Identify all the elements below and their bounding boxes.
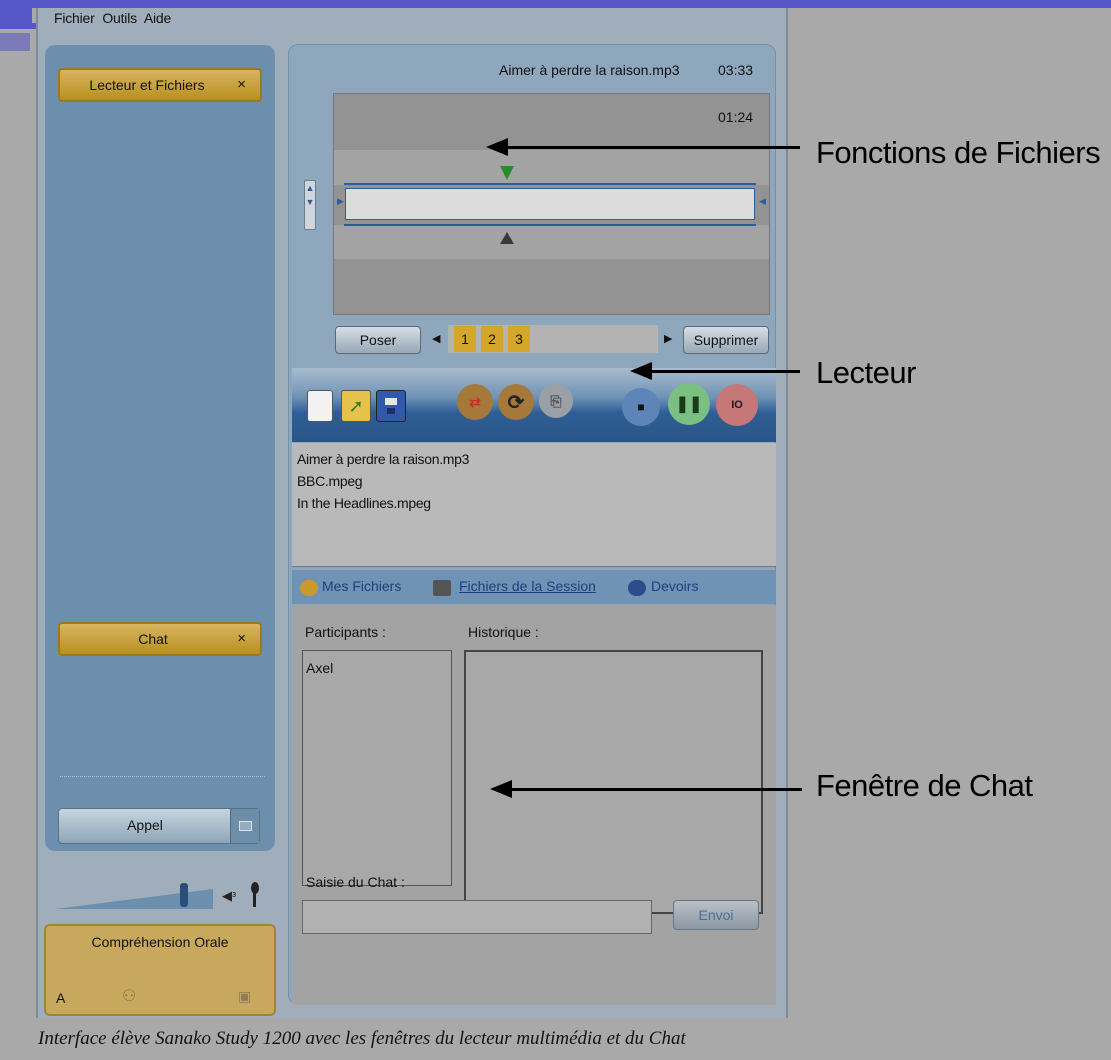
record-button[interactable]: IO	[716, 384, 758, 426]
pause-button[interactable]: ❚❚	[668, 383, 710, 425]
slide-corner-decoration	[0, 33, 30, 51]
speaker-icon: ◀ᵌ	[222, 888, 237, 903]
participant-name[interactable]: Axel	[306, 660, 333, 676]
volume-slider-track[interactable]	[55, 889, 213, 909]
menu-outils[interactable]: Outils	[102, 10, 137, 26]
track-border	[344, 183, 756, 185]
annotation-arrow	[650, 370, 800, 373]
divider	[60, 776, 265, 777]
current-file-name: Aimer à perdre la raison.mp3	[499, 62, 680, 78]
menu-aide[interactable]: Aide	[144, 10, 171, 26]
list-item[interactable]: BBC.mpeg	[297, 473, 363, 489]
left-bound-icon: ▶	[337, 196, 344, 206]
microphone-icon	[251, 882, 259, 907]
marker-2[interactable]: 2	[481, 326, 503, 352]
call-button-label: Appel	[127, 817, 163, 833]
list-item[interactable]: In the Headlines.mpeg	[297, 495, 431, 511]
call-teacher-button[interactable]: Appel	[58, 808, 260, 844]
next-marker-arrow-icon[interactable]: ▶	[664, 332, 672, 345]
repeat-icon[interactable]: ⟳	[498, 384, 534, 420]
stop-button[interactable]: ■	[622, 388, 660, 426]
tab-mes-fichiers[interactable]: Mes Fichiers	[322, 578, 401, 594]
slide-corner-decoration	[0, 8, 32, 23]
tab-fichiers-session[interactable]: Fichiers de la Session	[459, 578, 596, 594]
zoom-scroll-control[interactable]: ▲ ▼	[304, 180, 316, 230]
playback-position: 01:24	[718, 109, 754, 125]
marker-3[interactable]: 3	[508, 326, 530, 352]
send-button[interactable]: Envoi	[673, 900, 759, 930]
list-item[interactable]: Aimer à perdre la raison.mp3	[297, 451, 469, 467]
voice-compare-icon[interactable]: ⇄	[457, 384, 493, 420]
annotation-arrowhead	[490, 780, 512, 798]
history-label: Historique :	[468, 624, 539, 640]
annotation-chat: Fenêtre de Chat	[816, 768, 1033, 803]
save-icon[interactable]	[376, 390, 406, 422]
waveform-band	[334, 225, 769, 259]
slide-top-bar	[0, 0, 1111, 8]
chat-input-label: Saisie du Chat :	[306, 874, 405, 890]
annotation-arrow	[508, 146, 800, 149]
people-icon: ⚇	[122, 988, 137, 1005]
start-marker-icon[interactable]	[500, 166, 514, 180]
annotation-files: Fonctions de Fichiers	[816, 135, 1101, 170]
waveform-band	[334, 150, 769, 185]
lock-icon: ▣	[238, 988, 252, 1004]
annotation-arrowhead	[486, 138, 508, 156]
right-bound-icon: ◀	[759, 196, 766, 206]
annotation-arrow	[512, 788, 802, 791]
tab-devoirs[interactable]: Devoirs	[651, 578, 698, 594]
module-tab-label: Chat	[138, 631, 168, 647]
annotation-arrowhead	[630, 362, 652, 380]
playhead-marker-icon[interactable]	[500, 232, 514, 244]
new-file-icon[interactable]	[307, 390, 333, 422]
set-marker-button[interactable]: Poser	[335, 326, 421, 354]
user-folder-icon	[300, 580, 318, 596]
annotation-player: Lecteur	[816, 355, 916, 390]
prev-marker-arrow-icon[interactable]: ◀	[432, 332, 440, 345]
close-icon[interactable]: ×	[237, 76, 246, 93]
timeline-track[interactable]	[345, 188, 755, 220]
marker-strip	[448, 325, 658, 353]
menu-fichier[interactable]: Fichier	[54, 10, 95, 26]
comprehension-panel: Compréhension Orale A ⚇ ▣	[44, 924, 276, 1016]
participants-label: Participants :	[305, 624, 386, 640]
comprehension-level: A	[56, 990, 66, 1006]
module-tab-label: Lecteur et Fichiers	[89, 77, 205, 93]
module-tab-player[interactable]: Lecteur et Fichiers ×	[58, 68, 262, 102]
session-files-icon	[433, 580, 451, 596]
menu-bar: Fichier Outils Aide	[54, 10, 175, 26]
module-tab-chat[interactable]: Chat ×	[58, 622, 262, 656]
volume-slider-handle[interactable]	[180, 883, 188, 907]
open-folder-icon[interactable]: ➚	[341, 390, 371, 422]
figure-caption: Interface élève Sanako Study 1200 avec l…	[38, 1028, 686, 1049]
slide-corner-decoration	[0, 23, 38, 29]
comprehension-title: Compréhension Orale	[91, 934, 229, 950]
close-icon[interactable]: ×	[237, 630, 246, 647]
delete-marker-button[interactable]: Supprimer	[683, 326, 769, 354]
file-duration: 03:33	[718, 62, 754, 78]
track-border	[344, 224, 756, 226]
envelope-icon[interactable]	[230, 809, 259, 843]
left-module-panel	[45, 45, 275, 851]
chat-input[interactable]	[302, 900, 652, 934]
export-icon[interactable]: ⎘	[539, 384, 573, 418]
marker-1[interactable]: 1	[454, 326, 476, 352]
globe-icon	[628, 580, 646, 596]
participants-list	[302, 650, 452, 886]
